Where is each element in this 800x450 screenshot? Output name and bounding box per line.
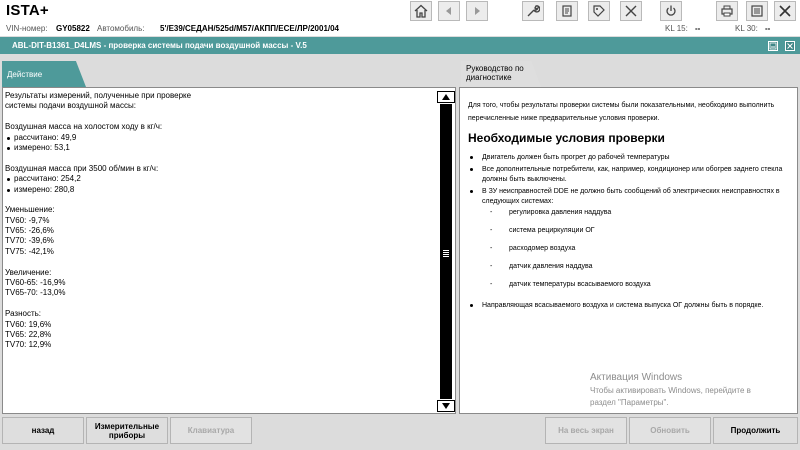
result-line: Воздушная масса на холостом ходу в кг/ч:: [5, 122, 163, 132]
back-nav-button[interactable]: [438, 1, 460, 21]
measuring-devices-button[interactable]: Измерительные приборы: [86, 417, 168, 444]
power-icon: [666, 5, 676, 16]
result-value-item: измерено: 280,8: [5, 185, 435, 195]
result-line: Уменьшение:: [5, 205, 55, 215]
condition-item: Двигатель должен быть прогрет до рабочей…: [470, 153, 788, 163]
guide-intro: Для того, чтобы результаты проверки сист…: [468, 102, 775, 122]
module-header: ABL-DIT-B1361_D4LMS - проверка системы п…: [0, 37, 800, 54]
wrench-icon: [527, 5, 540, 17]
result-line: TV70: -39,6%: [5, 236, 54, 246]
car-value: 5'/E39/СЕДАН/525d/M57/АКПП/ECE/ЛР/2001/0…: [160, 24, 340, 33]
back-button[interactable]: назад: [2, 417, 84, 444]
scroll-thumb[interactable]: [440, 104, 452, 399]
refresh-button[interactable]: Обновить: [629, 417, 711, 444]
result-line: TV70: 12,9%: [5, 340, 52, 350]
home-icon: [414, 4, 428, 18]
condition-item: Направляющая всасываемого воздуха и сист…: [470, 301, 788, 311]
module-title: ABL-DIT-B1361_D4LMS - проверка системы п…: [12, 41, 307, 50]
vehicle-info-bar: VIN-номер: GY05822 Автомобиль: 5'/E39/СЕ…: [0, 22, 800, 36]
kl15-label: KL 15:: [665, 24, 688, 33]
result-value-item: рассчитано: 49,9: [5, 133, 435, 143]
document-icon: [562, 5, 572, 17]
result-line: системы подачи воздушной массы:: [5, 101, 136, 111]
close-app-button[interactable]: [774, 1, 796, 21]
app-title: ISTA+: [6, 2, 49, 19]
forward-icon: [475, 7, 480, 15]
scroll-down-button[interactable]: [437, 400, 455, 412]
vin-value: GY05822: [56, 24, 90, 33]
scroll-up-button[interactable]: [437, 91, 455, 103]
print-button[interactable]: [716, 1, 738, 21]
grip-icon: [443, 250, 449, 258]
kl30-label: KL 30:: [735, 24, 758, 33]
result-line: TV60: 19,6%: [5, 319, 52, 329]
arrow-down-icon: [442, 403, 450, 409]
results-text: Результаты измерений, полученные при про…: [5, 91, 435, 411]
forward-nav-button[interactable]: [466, 1, 488, 21]
guide-panel: Для того, чтобы результаты проверки сист…: [459, 87, 798, 414]
checklist-icon: [751, 5, 763, 17]
close-icon: [779, 5, 791, 17]
arrow-up-icon: [442, 94, 450, 100]
result-value-item: рассчитано: 254,2: [5, 174, 435, 184]
checklist-button[interactable]: [746, 1, 768, 21]
tools-icon: [625, 5, 637, 17]
watermark-title: Активация Windows: [590, 372, 683, 383]
back-icon: [446, 7, 451, 15]
result-line: Результаты измерений, полученные при про…: [5, 91, 192, 100]
result-line: TV65: -26,6%: [5, 226, 54, 236]
kl30-value: --: [765, 24, 771, 33]
tag-button[interactable]: [588, 1, 610, 21]
kl15-value: --: [695, 24, 701, 33]
vin-label: VIN-номер:: [6, 24, 48, 33]
car-label: Автомобиль:: [97, 24, 145, 33]
power-button[interactable]: [660, 1, 682, 21]
minimize-icon: [769, 42, 777, 50]
home-button[interactable]: [410, 1, 432, 21]
result-value-item: измерено: 53,1: [5, 143, 435, 153]
result-line: Увеличение:: [5, 267, 52, 277]
print-icon: [721, 5, 733, 17]
service-button[interactable]: [522, 1, 544, 21]
tab-action[interactable]: Действие: [2, 61, 86, 87]
keyboard-button[interactable]: Клавиатура: [170, 417, 252, 444]
watermark-line: раздел "Параметры".: [590, 398, 669, 407]
result-line: TV65: 22,8%: [5, 329, 52, 339]
result-line: Воздушная масса при 3500 об/мин в кг/ч:: [5, 163, 159, 173]
watermark-line: Чтобы активировать Windows, перейдите в: [590, 386, 751, 395]
result-line: TV65-70: -13,0%: [5, 288, 66, 298]
fullscreen-button[interactable]: На весь экран: [545, 417, 627, 444]
tools-button[interactable]: [620, 1, 642, 21]
results-scrollbar[interactable]: [437, 91, 455, 412]
result-line: TV60-65: -16,9%: [5, 278, 66, 288]
top-toolbar: ISTA+: [0, 0, 800, 22]
result-line: Разность:: [5, 309, 42, 319]
document-button[interactable]: [556, 1, 578, 21]
results-panel: Результаты измерений, полученные при про…: [2, 87, 456, 414]
tag-icon: [593, 5, 605, 17]
minimize-button[interactable]: [768, 41, 778, 51]
guide-heading: Необходимые условия проверки: [468, 131, 665, 145]
result-line: TV75: -42,1%: [5, 246, 54, 256]
close-icon: [787, 43, 793, 49]
condition-item: Все дополнительные потребители, как, нап…: [470, 165, 788, 185]
result-line: TV60: -9,7%: [5, 215, 50, 225]
continue-button[interactable]: Продолжить: [713, 417, 798, 444]
close-module-button[interactable]: [785, 41, 795, 51]
tab-diagnostic-guide[interactable]: Руководство по диагностике: [461, 61, 541, 87]
watermark-text: Чтобы активировать Windows, перейдите в …: [590, 385, 751, 409]
condition-item: В ЗУ неисправностей DDE не должно быть с…: [470, 187, 788, 207]
